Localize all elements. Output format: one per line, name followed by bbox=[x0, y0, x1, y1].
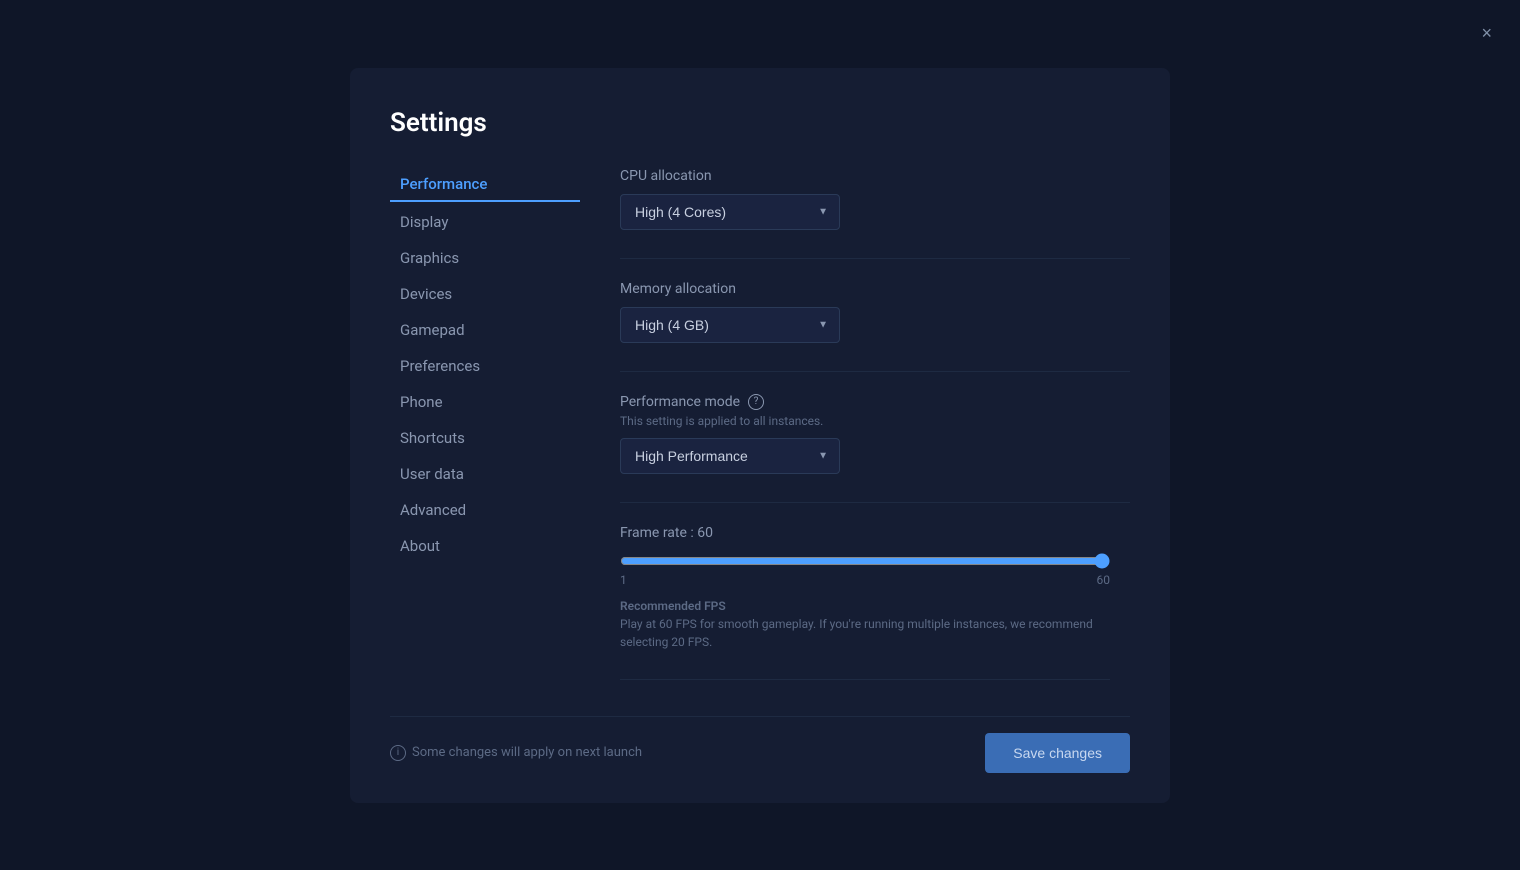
save-changes-button[interactable]: Save changes bbox=[985, 733, 1130, 773]
sidebar-item-graphics[interactable]: Graphics bbox=[390, 242, 580, 274]
separator-2 bbox=[620, 371, 1130, 372]
cpu-allocation-select[interactable]: Low (2 Cores)Medium (3 Cores)High (4 Cor… bbox=[620, 194, 840, 230]
cpu-allocation-label: CPU allocation bbox=[620, 168, 1130, 184]
sidebar-item-advanced[interactable]: Advanced bbox=[390, 494, 580, 526]
sidebar-item-display[interactable]: Display bbox=[390, 206, 580, 238]
memory-allocation-select[interactable]: Low (2 GB)Medium (3 GB)High (4 GB)Ultra … bbox=[620, 307, 840, 343]
cpu-allocation-section: CPU allocation Low (2 Cores)Medium (3 Co… bbox=[620, 168, 1130, 230]
footer: i Some changes will apply on next launch… bbox=[390, 716, 1130, 773]
toggles-container: Enable high frame rateEnable VSync (to p… bbox=[620, 679, 1130, 688]
dialog-body: Performance Display Graphics Devices Gamepad… bbox=[390, 168, 1130, 688]
frame-rate-section: Frame rate : 60 1 60 Recommended FPS Pla… bbox=[620, 525, 1130, 651]
sidebar-item-about[interactable]: About bbox=[390, 530, 580, 562]
sidebar-item-preferences[interactable]: Preferences bbox=[390, 350, 580, 382]
sidebar-item-user-data[interactable]: User data bbox=[390, 458, 580, 490]
sidebar-item-gamepad[interactable]: Gamepad bbox=[390, 314, 580, 346]
close-button[interactable]: × bbox=[1473, 20, 1500, 46]
performance-mode-section: Performance mode ? This setting is appli… bbox=[620, 394, 1130, 474]
settings-dialog: Settings Performance Display Graphics Devic… bbox=[350, 68, 1170, 803]
cpu-allocation-select-wrapper: Low (2 Cores)Medium (3 Cores)High (4 Cor… bbox=[620, 194, 840, 230]
toggle-row-high-frame-rate: Enable high frame rate bbox=[620, 679, 1110, 688]
performance-mode-help-icon[interactable]: ? bbox=[748, 394, 764, 410]
dialog-title: Settings bbox=[390, 108, 1130, 138]
recommended-fps: Recommended FPS Play at 60 FPS for smoot… bbox=[620, 599, 1130, 651]
memory-allocation-select-wrapper: Low (2 GB)Medium (3 GB)High (4 GB)Ultra … bbox=[620, 307, 840, 343]
slider-min-label: 1 bbox=[620, 573, 627, 587]
separator-1 bbox=[620, 258, 1130, 259]
performance-mode-sub-text: This setting is applied to all instances… bbox=[620, 414, 1130, 428]
rec-fps-desc: Play at 60 FPS for smooth gameplay. If y… bbox=[620, 615, 1110, 651]
sidebar: Performance Display Graphics Devices Gamepad… bbox=[390, 168, 580, 688]
performance-mode-select[interactable]: Low PowerBalancedHigh PerformanceUltra bbox=[620, 438, 840, 474]
sidebar-item-devices[interactable]: Devices bbox=[390, 278, 580, 310]
frame-rate-label: Frame rate : 60 bbox=[620, 525, 1130, 541]
content-area: CPU allocation Low (2 Cores)Medium (3 Co… bbox=[580, 168, 1130, 688]
slider-labels: 1 60 bbox=[620, 573, 1110, 587]
slider-max-label: 60 bbox=[1097, 573, 1111, 587]
footer-info-icon: i bbox=[390, 745, 406, 761]
sidebar-item-phone[interactable]: Phone bbox=[390, 386, 580, 418]
rec-fps-title: Recommended FPS bbox=[620, 599, 1130, 613]
frame-rate-slider[interactable] bbox=[620, 553, 1110, 569]
sidebar-item-performance[interactable]: Performance bbox=[390, 168, 580, 202]
footer-note-text: Some changes will apply on next launch bbox=[412, 745, 642, 760]
sidebar-item-shortcuts[interactable]: Shortcuts bbox=[390, 422, 580, 454]
performance-mode-label: Performance mode ? bbox=[620, 394, 1130, 410]
memory-allocation-section: Memory allocation Low (2 GB)Medium (3 GB… bbox=[620, 281, 1130, 343]
footer-note: i Some changes will apply on next launch bbox=[390, 745, 642, 761]
performance-mode-select-wrapper: Low PowerBalancedHigh PerformanceUltra ▼ bbox=[620, 438, 840, 474]
memory-allocation-label: Memory allocation bbox=[620, 281, 1130, 297]
separator-3 bbox=[620, 502, 1130, 503]
